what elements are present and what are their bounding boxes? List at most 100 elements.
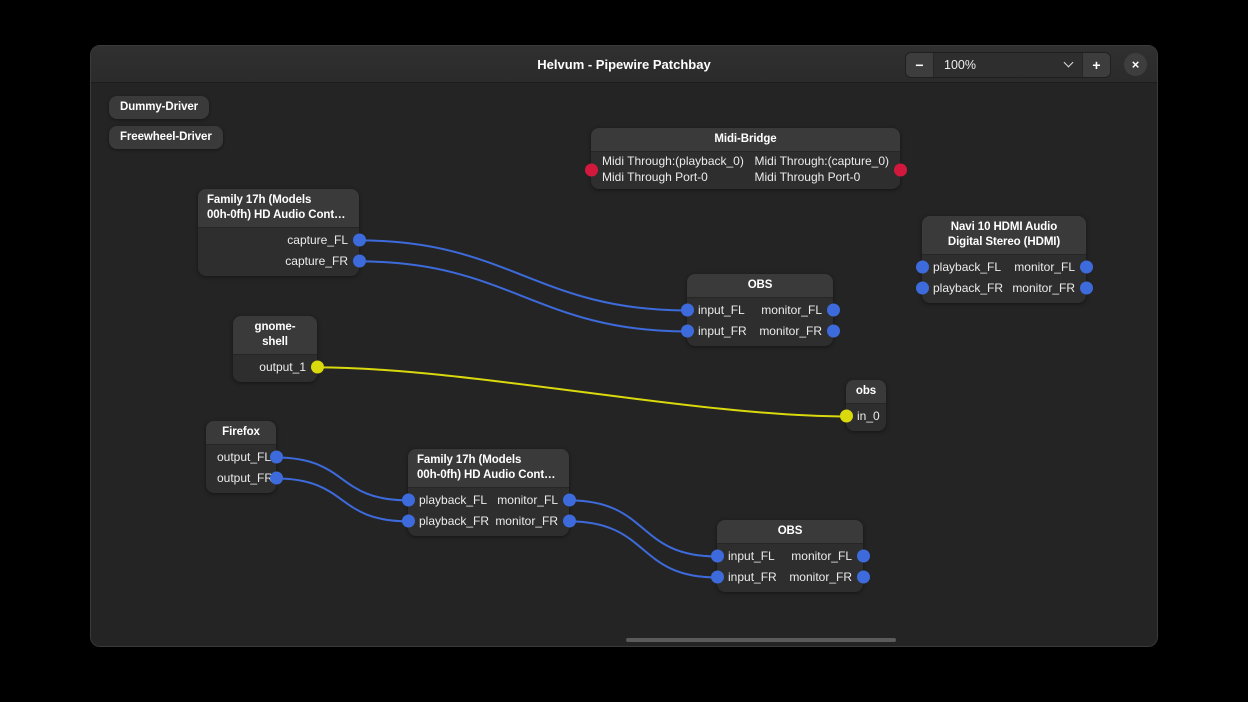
patch-cable[interactable] <box>359 240 687 310</box>
patchbay-canvas[interactable]: Dummy-Driver Freewheel-Driver Midi-BridgeM… <box>91 83 1157 647</box>
port-label: monitor_FR <box>759 324 822 340</box>
port-label: in_0 <box>857 409 880 425</box>
port-label: input_FL <box>728 549 775 565</box>
port-playback_FR: playback_FR <box>408 514 489 530</box>
port-dot[interactable] <box>827 304 840 317</box>
node-body: playback_FL monitor_FL playback_FR monitor_… <box>922 255 1086 303</box>
patch-cable[interactable] <box>569 500 717 556</box>
port-dot[interactable] <box>681 325 694 338</box>
port-row: output_FL <box>206 447 276 468</box>
port-monitor_FR: monitor_FR <box>1012 281 1086 297</box>
port-label: playback_FR <box>933 281 1003 297</box>
port-dot[interactable] <box>1080 282 1093 295</box>
port-dot[interactable] <box>857 571 870 584</box>
port-dot[interactable] <box>585 163 598 176</box>
port-row: input_FR monitor_FR <box>687 321 833 342</box>
horizontal-scrollbar[interactable] <box>626 638 896 642</box>
port-dot[interactable] <box>711 550 724 563</box>
port-input_FL: input_FL <box>717 549 775 565</box>
port-dot[interactable] <box>563 494 576 507</box>
node-firefox[interactable]: Firefoxoutput_FLoutput_FR <box>206 421 276 493</box>
zoom-in-button[interactable]: + <box>1083 53 1110 77</box>
port-row: input_FL monitor_FL <box>717 546 863 567</box>
node-midi-bridge[interactable]: Midi-BridgeMidi Through:(playback_0) Mid… <box>591 128 900 189</box>
node-title: Navi 10 HDMI Audio Digital Stereo (HDMI) <box>922 216 1086 255</box>
port-dot[interactable] <box>311 361 324 374</box>
port-label: monitor_FR <box>495 514 558 530</box>
patch-cable[interactable] <box>359 261 687 331</box>
port-monitor_FL: monitor_FL <box>497 493 569 509</box>
node-body: output_1 <box>233 355 317 382</box>
chevron-down-icon <box>1064 58 1074 68</box>
zoom-level-value: 100% <box>944 58 976 72</box>
node-gnome-shell[interactable]: gnome-shelloutput_1 <box>233 316 317 382</box>
port-dot[interactable] <box>402 515 415 528</box>
port-dot[interactable] <box>402 494 415 507</box>
port-dot[interactable] <box>270 472 283 485</box>
node-body: Midi Through:(playback_0) Midi Through P… <box>591 152 900 189</box>
zoom-out-button[interactable]: − <box>906 53 933 77</box>
node-title: Midi-Bridge <box>591 128 900 152</box>
minus-icon: − <box>915 57 923 73</box>
node-title: OBS <box>687 274 833 298</box>
node-body: input_FL monitor_FL input_FR monitor_FR <box>717 544 863 592</box>
port-dot[interactable] <box>711 571 724 584</box>
port-row: capture_FL <box>198 230 359 251</box>
port-dot[interactable] <box>270 451 283 464</box>
patch-cable[interactable] <box>317 367 846 416</box>
plus-icon: + <box>1092 57 1100 73</box>
port-row: input_FR monitor_FR <box>717 567 863 588</box>
port-output_FR: output_FR <box>217 471 284 487</box>
port-dot[interactable] <box>1080 261 1093 274</box>
port-dot[interactable] <box>840 410 853 423</box>
port-dot[interactable] <box>353 255 366 268</box>
port-label: capture_FR <box>285 254 348 270</box>
port-Midi Through:(capture_0): Midi Through:(capture_0) Midi Through Po… <box>754 154 900 185</box>
node-title: Family 17h (Models 00h-0fh) HD Audio Con… <box>408 449 569 488</box>
port-monitor_FL: monitor_FL <box>791 549 863 565</box>
port-label: monitor_FR <box>1012 281 1075 297</box>
port-dot[interactable] <box>894 163 907 176</box>
port-row: in_0 <box>846 406 886 427</box>
port-input_FR: input_FR <box>687 324 747 340</box>
port-row: input_FLmonitor_FL <box>687 300 833 321</box>
close-button[interactable]: × <box>1124 53 1147 76</box>
patch-cable[interactable] <box>569 521 717 577</box>
port-input_FR: input_FR <box>717 570 777 586</box>
port-output_FL: output_FL <box>217 450 282 466</box>
port-dot[interactable] <box>827 325 840 338</box>
node-freewheel-driver[interactable]: Freewheel-Driver <box>109 126 223 149</box>
node-body: input_FLmonitor_FL input_FR monitor_FR <box>687 298 833 346</box>
node-title: Firefox <box>206 421 276 445</box>
patch-cable[interactable] <box>276 478 408 521</box>
node-family-capture[interactable]: Family 17h (Models 00h-0fh) HD Audio Con… <box>198 189 359 276</box>
node-title: OBS <box>717 520 863 544</box>
node-body: playback_FL monitor_FL playback_FR monitor_… <box>408 488 569 536</box>
port-monitor_FL: monitor_FL <box>1014 260 1086 276</box>
port-label: monitor_FR <box>789 570 852 586</box>
patch-cable[interactable] <box>276 457 408 500</box>
port-dot[interactable] <box>916 282 929 295</box>
node-obs-bottom[interactable]: OBS input_FL monitor_FL input_FR monitor_FR <box>717 520 863 592</box>
port-dot[interactable] <box>857 550 870 563</box>
titlebar[interactable]: Helvum - Pipewire Patchbay − 100% + × <box>91 46 1157 83</box>
port-dot[interactable] <box>916 261 929 274</box>
zoom-level-dropdown[interactable]: 100% <box>933 53 1083 77</box>
port-row: Midi Through:(playback_0) Midi Through P… <box>591 154 900 185</box>
node-obs-video[interactable]: obs in_0 <box>846 380 886 431</box>
port-playback_FR: playback_FR <box>922 281 1003 297</box>
node-title: obs <box>846 380 886 404</box>
port-playback_FL: playback_FL <box>922 260 1001 276</box>
node-family-playback[interactable]: Family 17h (Models 00h-0fh) HD Audio Con… <box>408 449 569 536</box>
port-label: capture_FL <box>287 233 348 249</box>
port-row: output_1 <box>233 357 317 378</box>
port-dot[interactable] <box>681 304 694 317</box>
node-dummy-driver[interactable]: Dummy-Driver <box>109 96 209 119</box>
port-row: playback_FR monitor_FR <box>922 278 1086 299</box>
port-dot[interactable] <box>563 515 576 528</box>
port-dot[interactable] <box>353 234 366 247</box>
port-playback_FL: playback_FL <box>408 493 487 509</box>
node-obs-top[interactable]: OBSinput_FLmonitor_FL input_FR monitor_FR <box>687 274 833 346</box>
port-monitor_FL: monitor_FL <box>761 303 833 319</box>
node-navi-hdmi[interactable]: Navi 10 HDMI Audio Digital Stereo (HDMI)… <box>922 216 1086 303</box>
